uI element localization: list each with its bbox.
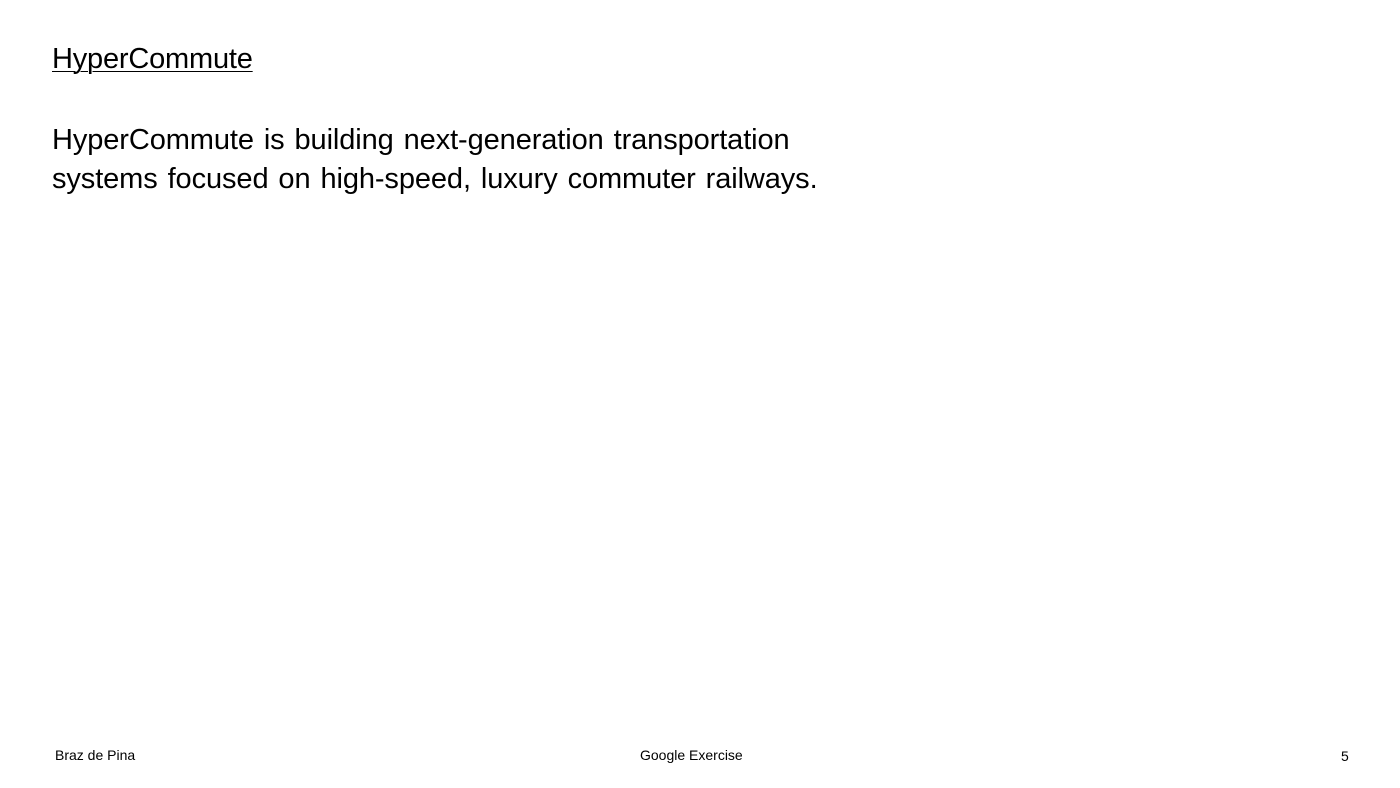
footer-author: Braz de Pina — [55, 747, 136, 763]
body-line-2: systems focused on high-speed, luxury co… — [52, 163, 818, 195]
footer-subject: Google Exercise — [640, 747, 743, 763]
page-number: 5 — [1341, 748, 1349, 764]
slide-body: HyperCommute is building next-generation… — [52, 121, 818, 199]
slide-title[interactable]: HyperCommute — [52, 40, 253, 78]
body-line-1: HyperCommute is building next-generation… — [52, 124, 790, 156]
slide: HyperCommute HyperCommute is building ne… — [0, 0, 1400, 788]
